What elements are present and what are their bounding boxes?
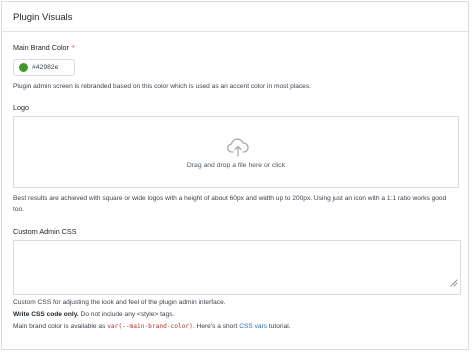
logo-label: Logo xyxy=(13,103,29,112)
logo-dropzone[interactable]: Drag and drop a file here or click xyxy=(13,116,459,188)
cloud-upload-icon xyxy=(227,137,249,162)
panel-title: Plugin Visuals xyxy=(2,2,468,32)
brand-color-picker[interactable]: #42982e xyxy=(13,59,75,76)
css-help-line-2: Write CSS code only. Do not include any … xyxy=(13,309,463,321)
custom-css-textarea[interactable] xyxy=(13,240,461,295)
css-help-end: tutorial. xyxy=(267,323,291,330)
custom-css-help: Custom CSS for adjusting the look and fe… xyxy=(13,297,463,333)
brand-color-help: Plugin admin screen is rebranded based o… xyxy=(13,83,311,90)
resize-grip-icon[interactable] xyxy=(450,274,458,292)
color-swatch[interactable] xyxy=(19,63,28,72)
css-help-line-3: Main brand color is available as var(--m… xyxy=(13,321,463,333)
brand-color-label-text: Main Brand Color xyxy=(13,43,69,52)
dropzone-text: Drag and drop a file here or click xyxy=(186,162,286,169)
css-help-mid: . Here's a short xyxy=(192,323,240,330)
custom-css-label: Custom Admin CSS xyxy=(13,227,77,236)
css-vars-link[interactable]: CSS vars xyxy=(239,323,267,330)
css-help-bold: Write CSS code only. xyxy=(13,311,79,318)
brand-color-label: Main Brand Color * xyxy=(13,43,75,52)
css-help-line-1: Custom CSS for adjusting the look and fe… xyxy=(13,299,226,306)
brand-color-value: #42982e xyxy=(32,64,59,71)
css-help-rest: Do not include any <style> tags. xyxy=(78,311,175,318)
logo-help: Best results are achieved with square or… xyxy=(13,195,447,213)
plugin-visuals-panel: Plugin Visuals Main Brand Color * #42982e… xyxy=(1,1,469,350)
css-var-code: var(--main-brand-color) xyxy=(107,323,193,330)
required-marker: * xyxy=(71,43,75,52)
css-help-start: Main brand color is available as xyxy=(13,323,108,330)
